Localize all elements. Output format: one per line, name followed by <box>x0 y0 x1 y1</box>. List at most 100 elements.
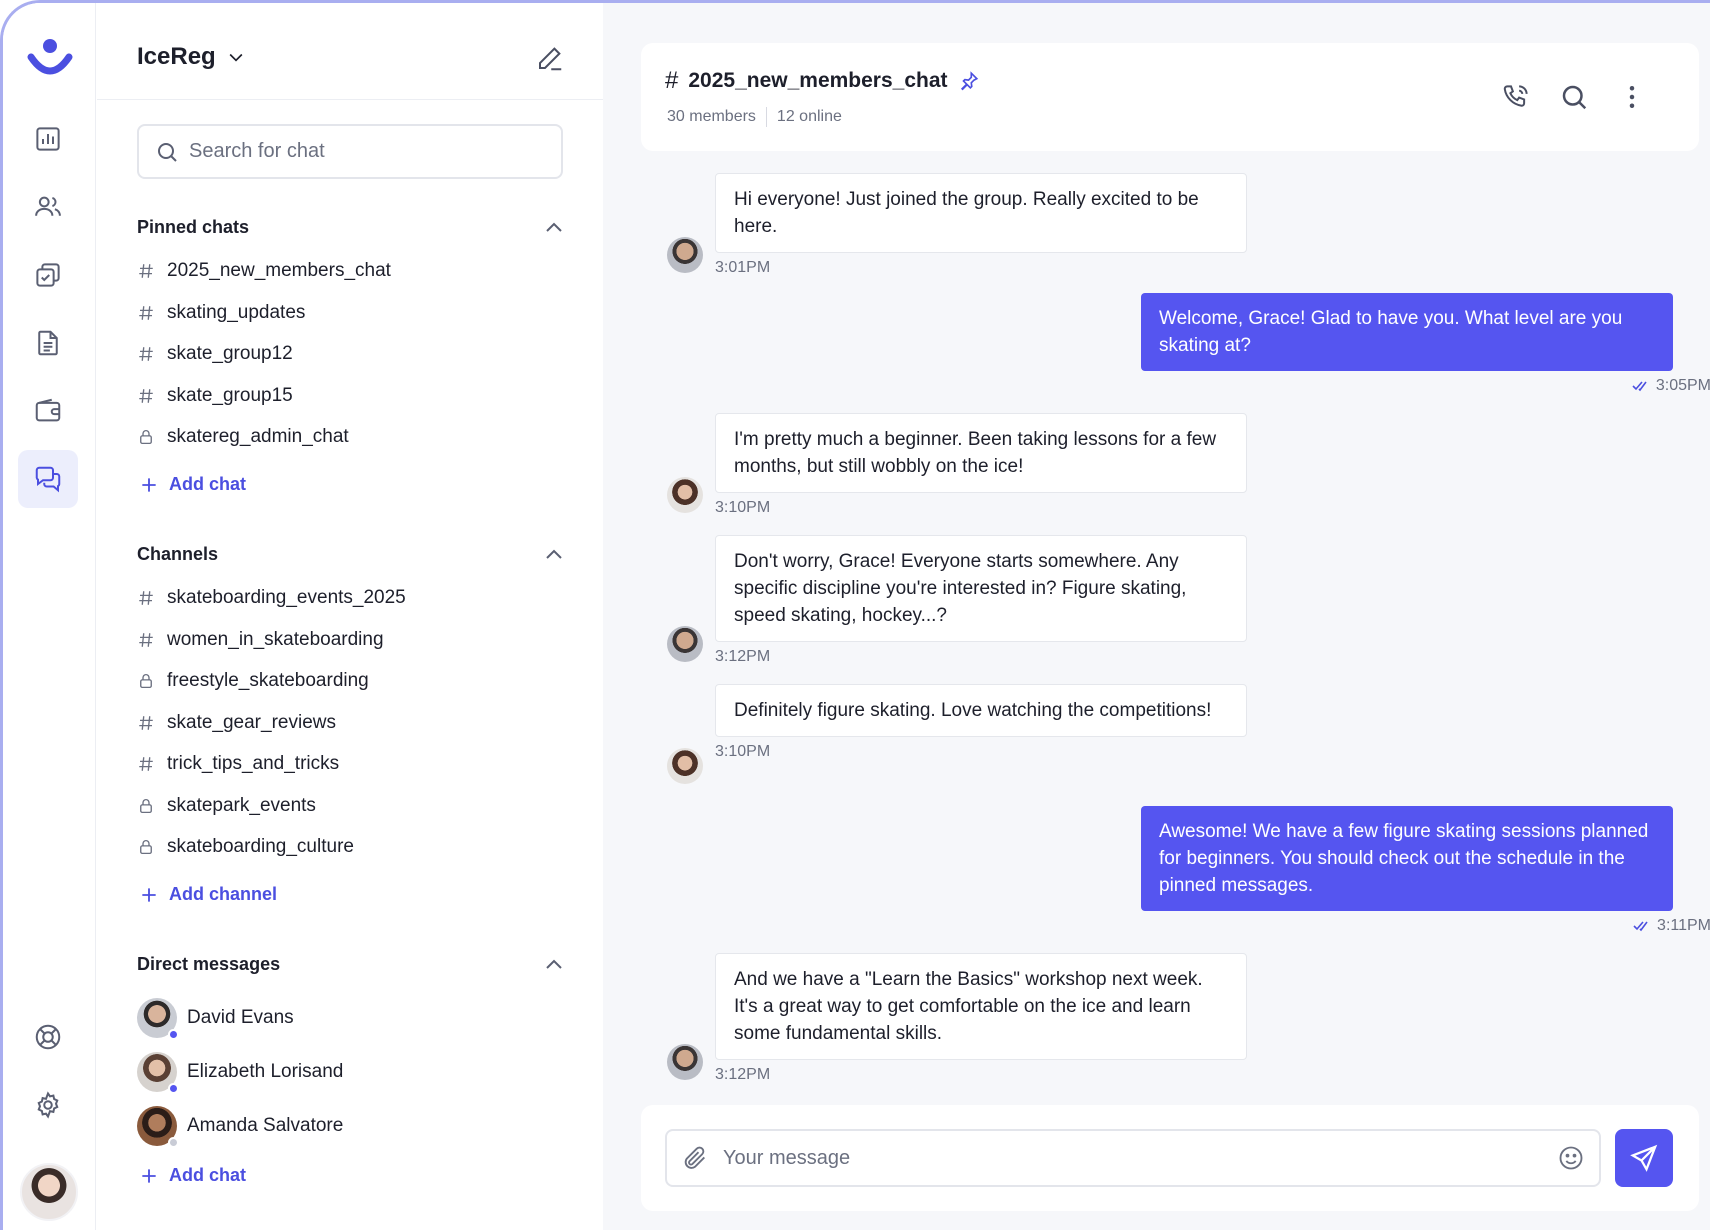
app-window: IceReg Pinned chats 2025_new_members_cha… <box>0 0 1710 1230</box>
collapse-pinned-chevron-up-icon[interactable] <box>542 216 566 240</box>
emoji-smile-icon[interactable] <box>1557 1144 1585 1172</box>
pinned-chat-item[interactable]: skate_group12 <box>137 339 293 369</box>
channels-title: Channels <box>137 544 219 564</box>
message-time: 3:05PM <box>1655 377 1710 394</box>
sender-avatar[interactable] <box>667 237 703 273</box>
workspace-name: IceReg <box>137 43 216 70</box>
direct-message-item[interactable]: Amanda Salvatore <box>137 1106 343 1148</box>
channel-item[interactable]: skateboarding_culture <box>137 832 354 862</box>
channel-item[interactable]: skatepark_events <box>137 791 316 821</box>
settings-gear-icon <box>37 1091 59 1119</box>
message-bubble[interactable]: And we have a "Learn the Basics" worksho… <box>715 953 1247 1060</box>
add-channel-link[interactable]: Add channel <box>139 884 277 905</box>
rail-dashboard-button[interactable] <box>18 110 78 168</box>
sender-avatar[interactable] <box>667 748 703 784</box>
pinned-chat-item-label: skating_updates <box>167 301 306 323</box>
chat-area: # 2025_new_members_chat 30 members 12 on… <box>603 3 1710 1230</box>
message-composer[interactable] <box>665 1129 1601 1187</box>
message-bubble[interactable]: Welcome, Grace! Glad to have you. What l… <box>1141 293 1673 371</box>
send-paper-plane-icon <box>1630 1144 1658 1172</box>
channel-item[interactable]: freestyle_skateboarding <box>137 666 369 696</box>
call-phone-icon[interactable] <box>1501 82 1531 112</box>
message-bubble[interactable]: Definitely figure skating. Love watching… <box>715 684 1247 737</box>
channel-item[interactable]: women_in_skateboarding <box>137 625 384 655</box>
plus-icon <box>142 1168 156 1183</box>
members-icon <box>35 196 61 216</box>
direct-message-item[interactable]: Elizabeth Lorisand <box>137 1052 343 1094</box>
presence-dot <box>168 1029 179 1040</box>
send-button[interactable] <box>1615 1129 1673 1187</box>
channel-item[interactable]: skate_gear_reviews <box>137 708 336 738</box>
plus-icon <box>142 477 156 492</box>
avatar <box>137 998 179 1040</box>
more-vertical-icon[interactable] <box>1617 82 1647 112</box>
rail-chat-button[interactable] <box>18 450 78 508</box>
incoming-message: Hi everyone! Just joined the group. Real… <box>715 173 1247 277</box>
channel-meta: 30 members 12 online <box>667 107 842 127</box>
rail-help-button[interactable] <box>18 1008 78 1066</box>
pinned-chat-item[interactable]: skating_updates <box>137 298 305 328</box>
chat-list-header: IceReg <box>97 3 603 100</box>
direct-messages-title: Direct messages <box>137 954 281 974</box>
sender-avatar[interactable] <box>667 626 703 662</box>
double-check-icon <box>1632 381 1647 392</box>
rail-tasks-button[interactable] <box>18 246 78 304</box>
rail-members-button[interactable] <box>18 178 78 236</box>
add-direct-chat-link[interactable]: Add chat <box>139 1165 246 1186</box>
pinned-chat-item[interactable]: skatereg_admin_chat <box>137 422 349 452</box>
collapse-channels-chevron-up-icon[interactable] <box>542 543 566 567</box>
add-pinned-chat-link[interactable]: Add chat <box>139 474 246 495</box>
composer-bar <box>641 1105 1699 1211</box>
collapse-direct-chevron-up-icon[interactable] <box>542 953 566 977</box>
compose-pencil-icon[interactable] <box>535 43 565 73</box>
channel-item[interactable]: skateboarding_events_2025 <box>137 583 406 613</box>
message-input[interactable] <box>723 1146 1557 1170</box>
direct-message-item[interactable]: David Evans <box>137 998 294 1040</box>
hash-icon <box>139 632 153 647</box>
sender-avatar[interactable] <box>667 1044 703 1080</box>
rail-documents-button[interactable] <box>18 314 78 372</box>
message-bubble[interactable]: Hi everyone! Just joined the group. Real… <box>715 173 1247 253</box>
workspace-switcher[interactable]: IceReg <box>137 43 246 71</box>
incoming-message: Don't worry, Grace! Everyone starts some… <box>715 535 1247 666</box>
channel-item[interactable]: trick_tips_and_tricks <box>137 749 339 779</box>
lock-icon <box>140 798 152 813</box>
meta-divider <box>765 107 767 127</box>
message-bubble[interactable]: Awesome! We have a few figure skating se… <box>1141 806 1673 911</box>
chat-header: # 2025_new_members_chat 30 members 12 on… <box>641 43 1699 151</box>
wallet-icon <box>35 398 61 422</box>
message-time-row: 3:11PM <box>1141 917 1710 937</box>
pin-icon[interactable] <box>958 70 980 92</box>
help-lifebuoy-icon <box>35 1024 61 1050</box>
message-bubble[interactable]: I'm pretty much a beginner. Been taking … <box>715 413 1247 493</box>
member-count: 30 members <box>667 108 756 125</box>
message-time-row: 3:05PM <box>1141 377 1710 397</box>
read-status: 3:11PM <box>1633 917 1710 935</box>
message-time: 3:11PM <box>1657 917 1710 934</box>
add-channel-label: Add channel <box>169 884 278 904</box>
channel-name: 2025_new_members_chat <box>688 69 948 92</box>
channel-hash: # <box>665 67 679 94</box>
rail-settings-button[interactable] <box>18 1076 78 1134</box>
pinned-chat-item[interactable]: 2025_new_members_chat <box>137 256 391 286</box>
lock-icon <box>140 840 152 855</box>
rail-wallet-button[interactable] <box>18 382 78 440</box>
attach-paperclip-icon[interactable] <box>681 1144 709 1172</box>
hash-icon <box>139 347 153 361</box>
search-icon <box>158 142 177 162</box>
incoming-message: And we have a "Learn the Basics" worksho… <box>715 953 1247 1084</box>
search-icon[interactable] <box>1559 82 1589 112</box>
current-user-avatar[interactable] <box>20 1163 78 1221</box>
outgoing-message: Welcome, Grace! Glad to have you. What l… <box>1141 293 1710 397</box>
message-bubble[interactable]: Don't worry, Grace! Everyone starts some… <box>715 535 1247 642</box>
channel-item-label: trick_tips_and_tricks <box>167 753 340 774</box>
chat-search-input[interactable] <box>189 140 549 163</box>
app-logo-icon[interactable] <box>27 37 73 81</box>
channel-item-label: skate_gear_reviews <box>167 711 336 733</box>
sender-avatar[interactable] <box>667 477 703 513</box>
pinned-chat-item[interactable]: skate_group15 <box>137 381 293 411</box>
pinned-chat-item-label: skate_group15 <box>167 384 293 406</box>
hash-icon <box>139 591 153 605</box>
chat-search-box[interactable] <box>137 124 563 179</box>
hash-icon <box>139 388 153 403</box>
